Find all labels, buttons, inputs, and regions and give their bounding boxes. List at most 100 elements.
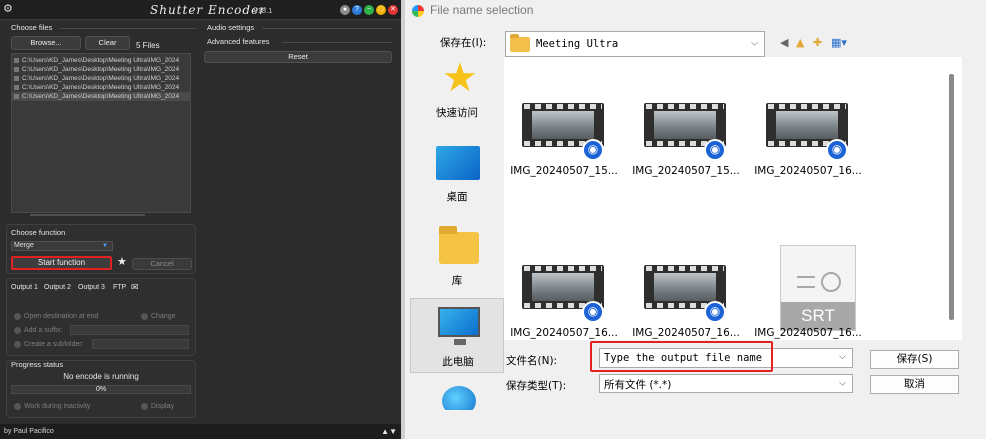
divider: [60, 28, 196, 29]
function-select-value: Merge: [14, 242, 34, 249]
file-name: IMG_20240507_16...: [754, 327, 862, 339]
video-player-badge-icon: ◉: [826, 139, 848, 161]
desktop-icon: [436, 146, 480, 180]
file-item-video[interactable]: ◉ IMG_20240507_15...: [504, 95, 624, 185]
computer-icon: [438, 307, 480, 345]
place-library[interactable]: 库: [410, 218, 504, 293]
file-name: IMG_20240507_15...: [632, 165, 740, 177]
file-list-scrollbar[interactable]: [949, 74, 954, 320]
resize-arrows-icon[interactable]: ▲▼: [381, 424, 397, 439]
audio-settings-heading[interactable]: Audio settings: [207, 23, 254, 32]
info-dot-icon[interactable]: ●: [340, 5, 350, 15]
advanced-features-heading[interactable]: Advanced features: [207, 37, 270, 46]
file-list-item[interactable]: C:\Users\KD_James\Desktop\Meeting Ultra\…: [12, 65, 190, 74]
place-label: 快速访问: [436, 107, 478, 119]
cancel-button[interactable]: Cancel: [132, 258, 192, 270]
save-in-combo[interactable]: Meeting Ultra ⌵: [505, 31, 765, 57]
file-list-item[interactable]: C:\Users\KD_James\Desktop\Meeting Ultra\…: [12, 74, 190, 83]
suffix-input[interactable]: [70, 325, 189, 335]
open-destination-checkbox[interactable]: [14, 313, 21, 320]
tab-output-2[interactable]: Output 2: [44, 284, 71, 291]
up-folder-icon[interactable]: ▲: [796, 36, 804, 49]
place-network[interactable]: [410, 380, 504, 410]
srt-label: SRT: [781, 302, 855, 330]
chevron-down-icon: ⌵: [751, 38, 758, 49]
chevron-down-icon: ⌵: [839, 378, 846, 388]
filetype-value: 所有文件 (*.*): [604, 379, 672, 391]
tab-output-1[interactable]: Output 1: [11, 284, 38, 291]
place-quick-access[interactable]: ★ 快速访问: [410, 50, 504, 125]
filename-label: 文件名(N):: [506, 355, 558, 367]
star-icon[interactable]: ★: [117, 255, 127, 268]
file-list-scrollbar[interactable]: [30, 214, 145, 216]
work-inactivity-checkbox[interactable]: [14, 403, 21, 410]
file-name: IMG_20240507_16...: [754, 165, 862, 177]
folder-icon: [510, 34, 530, 52]
change-checkbox[interactable]: [141, 313, 148, 320]
mail-icon[interactable]: ✉: [131, 282, 139, 293]
place-this-pc[interactable]: 此电脑: [410, 298, 504, 373]
file-list-item[interactable]: C:\Users\KD_James\Desktop\Meeting Ultra\…: [12, 92, 190, 101]
maximize-icon[interactable]: □: [376, 5, 386, 15]
help-icon[interactable]: ?: [352, 5, 362, 15]
chevron-down-icon[interactable]: ⌵: [839, 352, 846, 362]
new-folder-icon[interactable]: ✚: [813, 36, 822, 49]
app-name: Shutter Encoder: [150, 3, 266, 17]
filetype-label: 保存类型(T):: [506, 380, 567, 392]
cancel-button[interactable]: 取消: [870, 375, 959, 394]
video-player-badge-icon: ◉: [704, 139, 726, 161]
network-globe-icon: [442, 386, 476, 410]
clear-button[interactable]: Clear: [85, 36, 130, 50]
file-item-video[interactable]: ◉ IMG_20240507_16...: [504, 257, 624, 347]
open-destination-label: Open destination at end: [24, 313, 99, 320]
progress-bar: 0%: [11, 385, 191, 394]
file-item-video[interactable]: ◉ IMG_20240507_16...: [626, 257, 746, 347]
file-name: IMG_20240507_15...: [510, 165, 618, 177]
function-select[interactable]: Merge ▼: [11, 241, 113, 251]
file-list[interactable]: C:\Users\KD_James\Desktop\Meeting Ultra\…: [11, 53, 191, 213]
footer: by Paul Pacifico ▲▼: [0, 424, 401, 439]
file-item-video[interactable]: ◉ IMG_20240507_15...: [626, 95, 746, 185]
progress-percent: 0%: [95, 386, 107, 393]
star-icon: ★: [442, 55, 478, 101]
file-item-video[interactable]: ◉ IMG_20240507_16...: [748, 95, 868, 185]
save-button[interactable]: 保存(S): [870, 350, 959, 369]
file-item-srt[interactable]: SRT IMG_20240507_16...: [748, 245, 868, 347]
tab-ftp[interactable]: FTP: [113, 284, 126, 291]
browse-button[interactable]: Browse...: [11, 36, 81, 50]
display-checkbox[interactable]: [141, 403, 148, 410]
save-in-label: 保存在(I):: [440, 37, 487, 49]
file-dialog: File name selection 保存在(I): Meeting Ultr…: [405, 0, 986, 439]
settings-gear-icon[interactable]: ⚙: [3, 3, 15, 15]
file-list-item[interactable]: C:\Users\KD_James\Desktop\Meeting Ultra\…: [12, 56, 190, 65]
close-icon[interactable]: ✕: [388, 5, 398, 15]
choose-function-heading: Choose function: [11, 228, 66, 237]
divider: [262, 28, 392, 29]
add-suffix-checkbox[interactable]: [14, 327, 21, 334]
video-player-badge-icon: ◉: [582, 139, 604, 161]
title-bar[interactable]: ⚙ Shutter Encoder v18.1 ● ? − □ ✕: [0, 0, 401, 20]
encode-status: No encode is running: [63, 372, 139, 381]
filetype-combo[interactable]: 所有文件 (*.*) ⌵: [599, 374, 853, 393]
shutter-encoder-window: ⚙ Shutter Encoder v18.1 ● ? − □ ✕ Choose…: [0, 0, 401, 439]
divider: [282, 42, 392, 43]
reset-button[interactable]: Reset: [204, 51, 392, 63]
view-menu-icon[interactable]: ▦▾: [831, 36, 847, 49]
app-version: v18.1: [254, 6, 273, 15]
create-subfolder-checkbox[interactable]: [14, 341, 21, 348]
places-sidebar: ★ 快速访问 桌面 库 此电脑: [410, 50, 504, 410]
video-player-badge-icon: ◉: [582, 301, 604, 323]
file-name: IMG_20240507_16...: [632, 327, 740, 339]
srt-file-icon: SRT: [780, 245, 856, 331]
back-icon[interactable]: ◀: [780, 36, 788, 49]
file-list-item[interactable]: C:\Users\KD_James\Desktop\Meeting Ultra\…: [12, 83, 190, 92]
file-list-view[interactable]: ◉ IMG_20240507_15... ◉ IMG_20240507_15..…: [504, 57, 962, 340]
place-label: 此电脑: [442, 356, 474, 368]
subfolder-input[interactable]: [92, 339, 189, 349]
chevron-down-icon: ▼: [102, 243, 108, 249]
place-desktop[interactable]: 桌面: [410, 134, 504, 209]
start-function-button[interactable]: Start function: [11, 256, 112, 270]
minimize-icon[interactable]: −: [364, 5, 374, 15]
choose-files-heading: Choose files: [11, 23, 53, 32]
tab-output-3[interactable]: Output 3: [78, 284, 105, 291]
